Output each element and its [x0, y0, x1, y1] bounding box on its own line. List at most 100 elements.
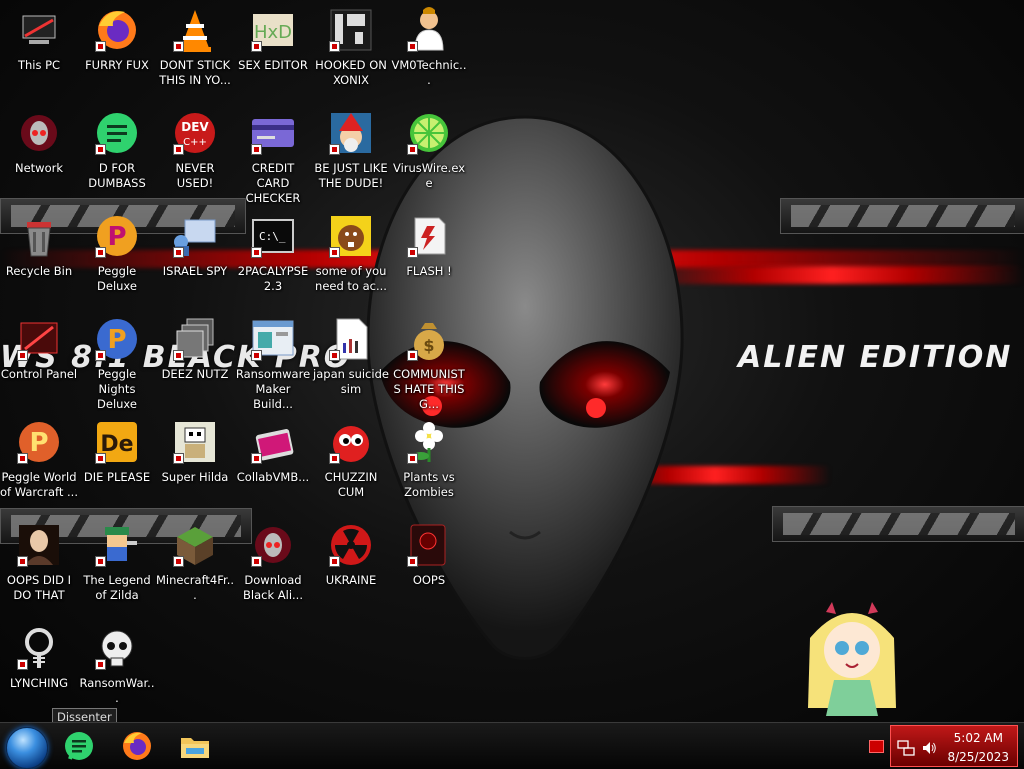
- cartoon-character-graphic: [808, 602, 896, 716]
- start-button[interactable]: [6, 727, 48, 769]
- alien-download-icon: [249, 521, 297, 569]
- metal-stripe: [780, 198, 1024, 234]
- desktop-icon-lime[interactable]: VirusWire.exe: [390, 109, 468, 191]
- desktop-icon-peggle-nights[interactable]: P Peggle Nights Deluxe: [78, 315, 156, 412]
- svg-text:C:\_: C:\_: [259, 230, 286, 243]
- xonix-game-icon: [327, 6, 375, 54]
- desktop-icon-label: This PC: [17, 58, 61, 72]
- desktop-icon-spy-network[interactable]: ISRAEL SPY: [156, 212, 234, 279]
- desktop-icon-label: CREDIT CARD CHECKER: [245, 161, 301, 205]
- desktop-icon-doctor[interactable]: VM0Technic...: [390, 6, 468, 88]
- desktop-icon-devcpp[interactable]: DEV C++ NEVER USED!: [156, 109, 234, 191]
- shortcut-arrow-icon: [95, 247, 106, 258]
- desktop-icon-minecraft-block[interactable]: Minecraft4Fr...: [156, 521, 234, 603]
- shortcut-arrow-icon: [95, 556, 106, 567]
- shortcut-arrow-icon: [407, 41, 418, 52]
- desktop-icon-elf[interactable]: BE JUST LIKE THE DUDE!: [312, 109, 390, 191]
- shortcut-arrow-icon: [329, 144, 340, 155]
- desktop-icon-portrait[interactable]: OOPS DID I DO THAT: [0, 521, 78, 603]
- vlc-cone-icon: [171, 6, 219, 54]
- desktop-icon-dissenter[interactable]: D FOR DUMBASS: [78, 109, 156, 191]
- desktop-icon-label: OOPS: [412, 573, 446, 587]
- taskbar-dissenter-button[interactable]: [62, 729, 96, 763]
- shortcut-arrow-icon: [173, 144, 184, 155]
- desktop-icon-chuzzle[interactable]: CHUZZIN CUM: [312, 418, 390, 500]
- desktop-icon-document[interactable]: japan suicide sim: [312, 315, 390, 397]
- shortcut-arrow-icon: [251, 247, 262, 258]
- desktop-icon-de-logo[interactable]: De DIE PLEASE: [78, 418, 156, 485]
- metal-stripe: [772, 506, 1024, 542]
- peggle-icon: P: [93, 212, 141, 260]
- svg-text:HxD: HxD: [254, 22, 292, 43]
- lime-icon: [405, 109, 453, 157]
- taskbar-file-explorer-button[interactable]: [178, 729, 212, 763]
- portrait-icon: [15, 521, 63, 569]
- desktop-icon-money-bag[interactable]: $ COMMUNISTS HATE THIS G...: [390, 315, 468, 412]
- action-center-flag-icon[interactable]: [869, 740, 884, 753]
- document-icon: [327, 315, 375, 363]
- desktop-icon-control-panel[interactable]: Control Panel: [0, 315, 78, 382]
- shortcut-arrow-icon: [251, 556, 262, 567]
- dark-app-icon: [405, 521, 453, 569]
- desktop-icon-zilda-hero[interactable]: The Legend of Zilda: [78, 521, 156, 603]
- clock-date[interactable]: 8/25/2023: [947, 750, 1009, 764]
- shortcut-arrow-icon: [95, 350, 106, 361]
- desktop-icon-hxd-editor[interactable]: HxD SEX EDITOR: [234, 6, 312, 73]
- desktop-icon-label: RansomWar...: [79, 676, 155, 705]
- desktop-icon-label: CHUZZIN CUM: [324, 470, 378, 499]
- desktop-icon-label: COMMUNISTS HATE THIS G...: [393, 367, 465, 411]
- desktop-icon-credit-card[interactable]: CREDIT CARD CHECKER: [234, 109, 312, 206]
- desktop-icon-firefox[interactable]: FURRY FUX: [78, 6, 156, 73]
- desktop-icon-alien-network[interactable]: Network: [0, 109, 78, 176]
- radiation-icon: [327, 521, 375, 569]
- window-builder-icon: [249, 315, 297, 363]
- wallpaper-brand-right: ALIEN EDITION 201: [738, 340, 1024, 375]
- devcpp-icon: DEV C++: [171, 109, 219, 157]
- folder-icon: [181, 738, 209, 758]
- firefox-icon: [93, 6, 141, 54]
- desktop-icon-dark-app[interactable]: OOPS: [390, 521, 468, 588]
- network-icon[interactable]: [897, 740, 915, 756]
- desktop-icon-peggle-wow[interactable]: P Peggle World of Warcraft ...: [0, 418, 78, 500]
- dissenter-icon: [93, 109, 141, 157]
- desktop-icon-stacked-windows[interactable]: DEEZ NUTZ: [156, 315, 234, 382]
- pvz-flower-icon: [405, 418, 453, 466]
- desktop-icon-pvz-flower[interactable]: Plants vs Zombies: [390, 418, 468, 500]
- desktop-icon-label: DEEZ NUTZ: [161, 367, 229, 381]
- desktop-icon-label: BE JUST LIKE THE DUDE!: [314, 161, 388, 190]
- desktop-icon-skull[interactable]: RansomWar...: [78, 624, 156, 706]
- shortcut-arrow-icon: [251, 144, 262, 155]
- desktop-icon-alien-download[interactable]: Download Black Ali...: [234, 521, 312, 603]
- shortcut-arrow-icon: [173, 453, 184, 464]
- desktop-icon-recycle-bin[interactable]: Recycle Bin: [0, 212, 78, 279]
- clock-time[interactable]: 5:02 AM: [954, 731, 1003, 745]
- desktop-icon-label: FLASH !: [406, 264, 452, 278]
- elf-icon: [327, 109, 375, 157]
- desktop-icon-xonix-game[interactable]: HOOKED ON XONIX: [312, 6, 390, 88]
- desktop-icon-peggle[interactable]: P Peggle Deluxe: [78, 212, 156, 294]
- svg-text:P: P: [29, 428, 48, 458]
- desktop-icon-vlc-cone[interactable]: DONT STICK THIS IN YO...: [156, 6, 234, 88]
- desktop-icon-label: some of you need to ac...: [315, 264, 387, 293]
- svg-text:$: $: [423, 336, 434, 355]
- desktop-icon-label: DONT STICK THIS IN YO...: [159, 58, 231, 87]
- desktop-icon-window-builder[interactable]: Ransomware Maker Build...: [234, 315, 312, 412]
- desktop-icon-label: LYNCHING: [9, 676, 69, 690]
- desktop-icon-terminal[interactable]: C:\_ 2PACALYPSE 2.3: [234, 212, 312, 294]
- desktop-icon-computer[interactable]: This PC: [0, 6, 78, 73]
- peggle-nights-icon: P: [93, 315, 141, 363]
- desktop-icon-flash[interactable]: FLASH !: [390, 212, 468, 279]
- desktop-icon-collabvm[interactable]: CollabVMB...: [234, 418, 312, 485]
- desktop-icon-label: Peggle Nights Deluxe: [97, 367, 137, 411]
- desktop-icon-radiation[interactable]: UKRAINE: [312, 521, 390, 588]
- de-logo-icon: De: [93, 418, 141, 466]
- desktop-icon-noose[interactable]: LYNCHING: [0, 624, 78, 691]
- desktop-icon-pixel-character[interactable]: Super Hilda: [156, 418, 234, 485]
- desktop-icon-label: Super Hilda: [161, 470, 229, 484]
- desktop-icon-beaver[interactable]: some of you need to ac...: [312, 212, 390, 294]
- desktop-icon-label: SEX EDITOR: [238, 58, 308, 72]
- shortcut-arrow-icon: [95, 41, 106, 52]
- shortcut-arrow-icon: [329, 453, 340, 464]
- taskbar-firefox-button[interactable]: [120, 729, 154, 763]
- volume-icon[interactable]: [921, 740, 937, 756]
